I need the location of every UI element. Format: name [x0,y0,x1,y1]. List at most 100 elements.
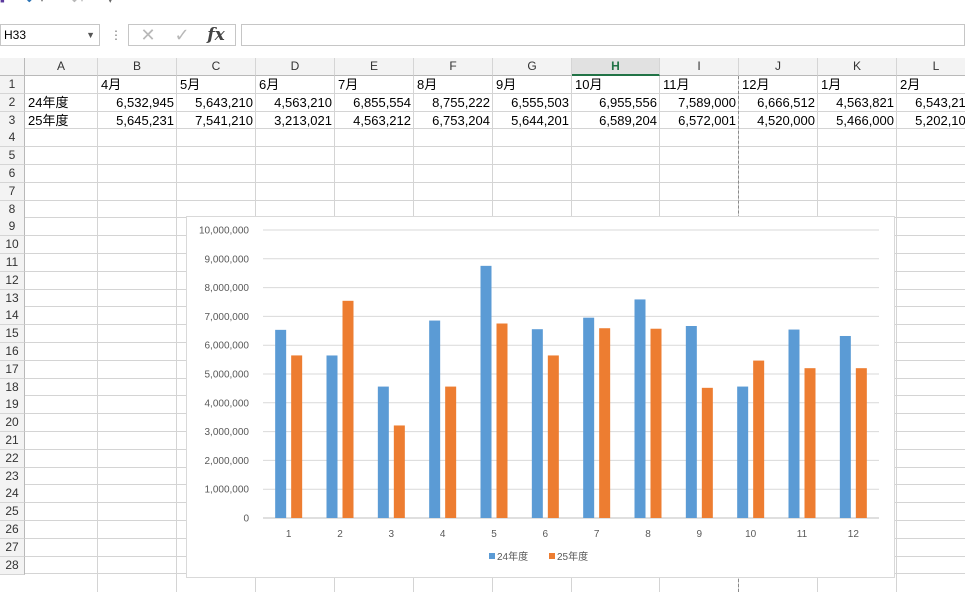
cell-h1[interactable]: 10月 [572,76,660,94]
row-header-4[interactable]: 4 [0,129,25,148]
cell-g1[interactable]: 9月 [493,76,572,94]
cell-h2[interactable]: 6,955,556 [572,94,660,112]
column-header-d[interactable]: D [256,58,335,76]
cell-b1[interactable]: 4月 [98,76,177,94]
redo-icon[interactable]: ↷ [66,0,78,8]
column-header-h[interactable]: H [572,58,660,76]
row-header-5[interactable]: 5 [0,147,25,166]
formula-bar-grip-icon[interactable]: ⋮ [110,28,122,42]
cancel-icon[interactable]: ✕ [133,25,163,45]
row-header-17[interactable]: 17 [0,360,25,379]
embedded-bar-chart[interactable]: 0 1,000,000 2,000,000 3,000,000 4,000,000 5,0… [186,216,895,578]
cell-e2[interactable]: 6,855,554 [335,94,414,112]
cell-h3[interactable]: 6,589,204 [572,112,660,130]
column-header-b[interactable]: B [98,58,177,76]
cell-l3[interactable]: 5,202,100 [897,112,965,130]
cell-f1[interactable]: 8月 [414,76,493,94]
cell-i1[interactable]: 11月 [660,76,739,94]
cell-a1[interactable] [25,76,98,94]
bar-series2-9 [701,387,713,518]
x-tick-label: 8 [645,529,651,540]
row-header-6[interactable]: 6 [0,165,25,183]
row-header-19[interactable]: 19 [0,396,25,415]
chevron-down-icon[interactable]: ▼ [86,25,95,45]
row-header-23[interactable]: 23 [0,467,25,486]
name-box-value: H33 [4,28,27,42]
cell-a2[interactable]: 24年度 [25,94,98,112]
cell-j3[interactable]: 4,520,000 [739,112,818,130]
cell-e1[interactable]: 7月 [335,76,414,94]
cell-l1[interactable]: 2月 [897,76,965,94]
cell-i2[interactable]: 7,589,000 [660,94,739,112]
x-tick-label: 2 [337,529,343,540]
cell-c1[interactable]: 5月 [177,76,256,94]
formula-input[interactable] [241,24,965,46]
row-header-1[interactable]: 1 [0,76,25,94]
row-header-3[interactable]: 3 [0,111,25,130]
column-header-k[interactable]: K [818,58,897,76]
cell-b2[interactable]: 6,532,945 [98,94,177,112]
cell-k1[interactable]: 1月 [818,76,897,94]
bar-series2-1 [291,355,303,518]
cell-g2[interactable]: 6,555,503 [493,94,572,112]
row-header-14[interactable]: 14 [0,307,25,326]
cell-k3[interactable]: 5,466,000 [818,112,897,130]
row-header-28[interactable]: 28 [0,556,25,575]
column-header-a[interactable]: A [25,58,98,76]
row-header-27[interactable]: 27 [0,538,25,557]
column-header-i[interactable]: I [660,58,739,76]
cell-j2[interactable]: 6,666,512 [739,94,818,112]
cell-d2[interactable]: 4,563,210 [256,94,335,112]
row-header-13[interactable]: 13 [0,289,25,308]
cell-d3[interactable]: 3,213,021 [256,112,335,130]
cell-i3[interactable]: 6,572,001 [660,112,739,130]
save-icon[interactable]: ▪ [0,0,5,8]
redo-dropdown-icon[interactable]: ▾ [80,0,84,8]
row-header-9[interactable]: 9 [0,218,25,237]
row-header-26[interactable]: 26 [0,521,25,539]
row-header-22[interactable]: 22 [0,449,25,468]
cell-d1[interactable]: 6月 [256,76,335,94]
row-header-10[interactable]: 10 [0,236,25,255]
row-header-21[interactable]: 21 [0,432,25,450]
cell-a3[interactable]: 25年度 [25,112,98,130]
cell-c3[interactable]: 7,541,210 [177,112,256,130]
name-box[interactable]: H33 ▼ [0,24,100,46]
undo-dropdown-icon[interactable]: ▾ [40,0,44,8]
cell-j1[interactable]: 12月 [739,76,818,94]
cell-k2[interactable]: 4,563,821 [818,94,897,112]
undo-icon[interactable]: ↶ [26,0,38,8]
cell-f3[interactable]: 6,753,204 [414,112,493,130]
y-tick-label: 8,000,000 [205,283,250,294]
cell-l2[interactable]: 6,543,216 [897,94,965,112]
column-header-g[interactable]: G [493,58,572,76]
legend-swatch [549,553,555,559]
cell-e3[interactable]: 4,563,212 [335,112,414,130]
cell-b3[interactable]: 5,645,231 [98,112,177,130]
row-header-24[interactable]: 24 [0,485,25,504]
enter-icon[interactable]: ✓ [167,25,197,45]
column-header-j[interactable]: J [739,58,818,76]
row-header-25[interactable]: 25 [0,503,25,522]
row-header-12[interactable]: 12 [0,271,25,290]
row-header-16[interactable]: 16 [0,343,25,361]
row-header-15[interactable]: 15 [0,325,25,344]
column-header-l[interactable]: L [897,58,965,76]
row-gridline [25,164,965,165]
row-header-8[interactable]: 8 [0,200,25,219]
insert-function-icon[interactable]: fx [201,25,231,45]
column-header-c[interactable]: C [177,58,256,76]
cell-c2[interactable]: 5,643,210 [177,94,256,112]
row-header-2[interactable]: 2 [0,93,25,112]
select-all-corner[interactable] [0,58,25,76]
customize-qat-icon[interactable]: ▾ [108,0,113,8]
cell-g3[interactable]: 5,644,201 [493,112,572,130]
row-header-11[interactable]: 11 [0,254,25,272]
column-header-e[interactable]: E [335,58,414,76]
row-gridline [25,181,965,183]
row-header-18[interactable]: 18 [0,378,25,397]
column-header-f[interactable]: F [414,58,493,76]
row-header-20[interactable]: 20 [0,414,25,433]
cell-f2[interactable]: 8,755,222 [414,94,493,112]
row-header-7[interactable]: 7 [0,182,25,201]
